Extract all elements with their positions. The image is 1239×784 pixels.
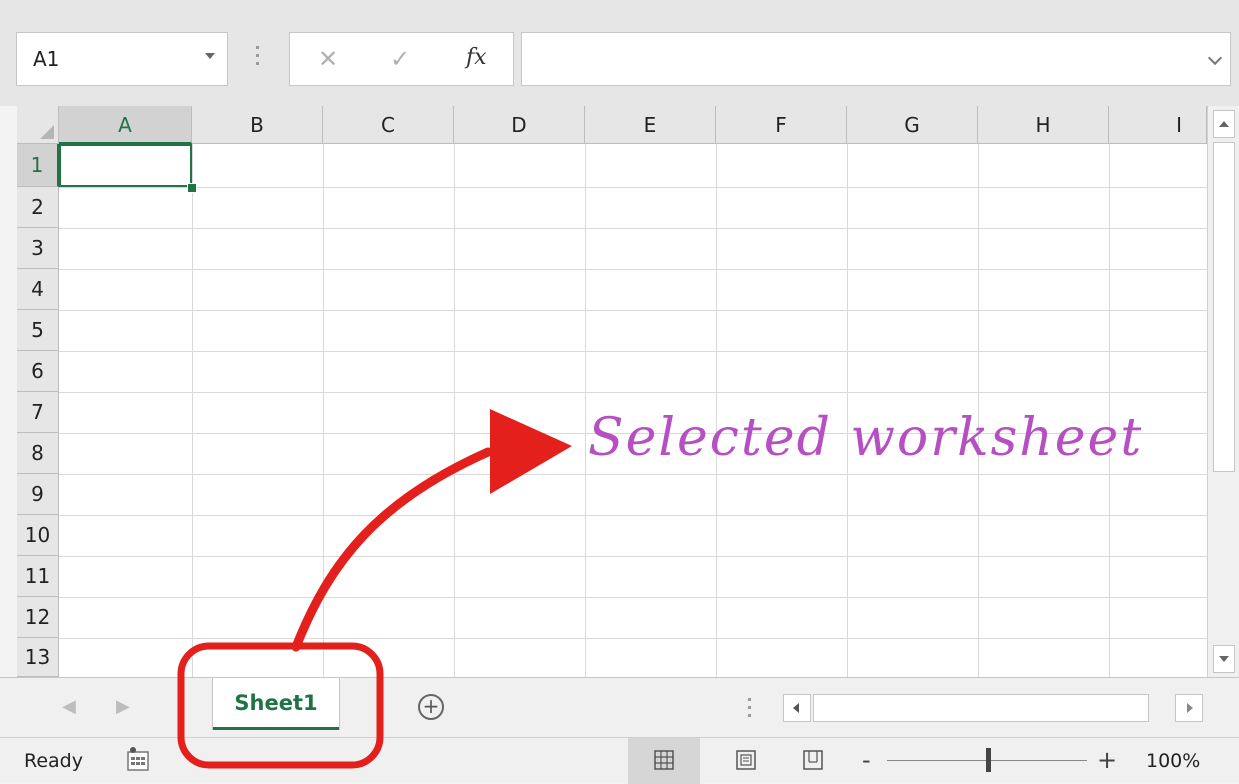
- row-header-3[interactable]: 3: [17, 228, 59, 269]
- tab-splitter-grip-icon[interactable]: [748, 698, 751, 722]
- vertical-scrollbar[interactable]: [1207, 106, 1239, 677]
- sheet-tab-label: Sheet1: [234, 691, 318, 715]
- page-layout-view-icon[interactable]: [736, 750, 756, 770]
- gridline: [59, 310, 1207, 311]
- scroll-down-button[interactable]: [1213, 645, 1235, 673]
- gridline: [59, 515, 1207, 516]
- arrow-right-icon: [1187, 703, 1193, 713]
- status-ready-text: Ready: [24, 750, 83, 772]
- formula-bar-area: A1 ✕ ✓ fx: [0, 0, 1239, 106]
- row-header-5[interactable]: 5: [17, 310, 59, 351]
- arrow-left-icon: [793, 703, 799, 713]
- gridline: [59, 228, 1207, 229]
- column-header-g[interactable]: G: [847, 106, 978, 144]
- arrow-up-icon: [1219, 121, 1229, 127]
- horizontal-scrollbar[interactable]: [783, 694, 1203, 722]
- annotation-label: Selected worksheet: [588, 408, 1144, 468]
- zoom-out-button[interactable]: -: [862, 746, 871, 774]
- enter-icon[interactable]: ✓: [390, 45, 410, 73]
- normal-view-icon: [654, 750, 674, 770]
- column-header-b[interactable]: B: [192, 106, 323, 144]
- sheet-tab-bar: ◀ ▶ Sheet1 +: [0, 677, 1239, 737]
- expand-formula-bar-icon[interactable]: [1207, 50, 1223, 66]
- macro-recording-icon[interactable]: [127, 746, 149, 772]
- page-break-preview-icon[interactable]: [803, 750, 823, 770]
- row-header-13[interactable]: 13: [17, 638, 59, 677]
- normal-view-button[interactable]: [628, 738, 700, 784]
- zoom-in-button[interactable]: +: [1097, 746, 1117, 774]
- row-header-4[interactable]: 4: [17, 269, 59, 310]
- zoom-slider-thumb[interactable]: [986, 748, 991, 772]
- gridline: [59, 597, 1207, 598]
- horizontal-scroll-thumb[interactable]: [813, 694, 1149, 722]
- gridline: [59, 351, 1207, 352]
- zoom-level[interactable]: 100%: [1146, 750, 1200, 772]
- column-header-i[interactable]: I: [1109, 106, 1207, 144]
- row-header-11[interactable]: 11: [17, 556, 59, 597]
- row-header-7[interactable]: 7: [17, 392, 59, 433]
- row-header-10[interactable]: 10: [17, 515, 59, 556]
- row-header-6[interactable]: 6: [17, 351, 59, 392]
- row-header-9[interactable]: 9: [17, 474, 59, 515]
- column-header-e[interactable]: E: [585, 106, 716, 144]
- worksheet-grid[interactable]: A B C D E F G H I 1 2 3 4 5 6 7 8 9 10 1…: [17, 106, 1207, 677]
- column-header-f[interactable]: F: [716, 106, 847, 144]
- next-sheet-icon[interactable]: ▶: [116, 696, 130, 717]
- gridline: [59, 187, 1207, 188]
- row-header-8[interactable]: 8: [17, 433, 59, 474]
- gridline: [59, 474, 1207, 475]
- name-box-value: A1: [33, 47, 60, 71]
- scroll-up-button[interactable]: [1213, 110, 1235, 138]
- formula-bar-grip-icon[interactable]: [256, 46, 259, 70]
- select-all-button[interactable]: [17, 106, 59, 144]
- column-header-d[interactable]: D: [454, 106, 585, 144]
- gridline: [59, 638, 1207, 639]
- insert-function-icon[interactable]: fx: [466, 45, 487, 70]
- column-header-a[interactable]: A: [59, 106, 192, 144]
- scroll-right-button[interactable]: [1175, 694, 1203, 722]
- formula-buttons: ✕ ✓ fx: [289, 32, 514, 86]
- active-tab-underline: [213, 727, 339, 730]
- scroll-left-button[interactable]: [783, 694, 811, 722]
- fill-handle[interactable]: [187, 183, 197, 193]
- name-box-dropdown-icon[interactable]: [205, 53, 215, 59]
- row-header-1[interactable]: 1: [17, 144, 59, 187]
- vertical-scroll-thumb[interactable]: [1213, 142, 1235, 472]
- sheet-tab-sheet1[interactable]: Sheet1: [212, 678, 340, 730]
- cancel-icon[interactable]: ✕: [318, 45, 338, 73]
- gridline: [59, 556, 1207, 557]
- new-sheet-button[interactable]: +: [418, 694, 444, 720]
- name-box[interactable]: A1: [16, 32, 228, 86]
- select-all-triangle-icon: [40, 125, 54, 139]
- status-bar: Ready - + 100%: [0, 737, 1239, 784]
- plus-icon: +: [422, 694, 440, 718]
- row-header-12[interactable]: 12: [17, 597, 59, 638]
- gridline: [59, 392, 1207, 393]
- column-header-c[interactable]: C: [323, 106, 454, 144]
- row-header-2[interactable]: 2: [17, 187, 59, 228]
- active-cell-a1[interactable]: [59, 144, 192, 187]
- gridline: [59, 269, 1207, 270]
- column-header-h[interactable]: H: [978, 106, 1109, 144]
- arrow-down-icon: [1219, 656, 1229, 662]
- formula-input[interactable]: [521, 32, 1231, 86]
- previous-sheet-icon[interactable]: ◀: [62, 696, 76, 717]
